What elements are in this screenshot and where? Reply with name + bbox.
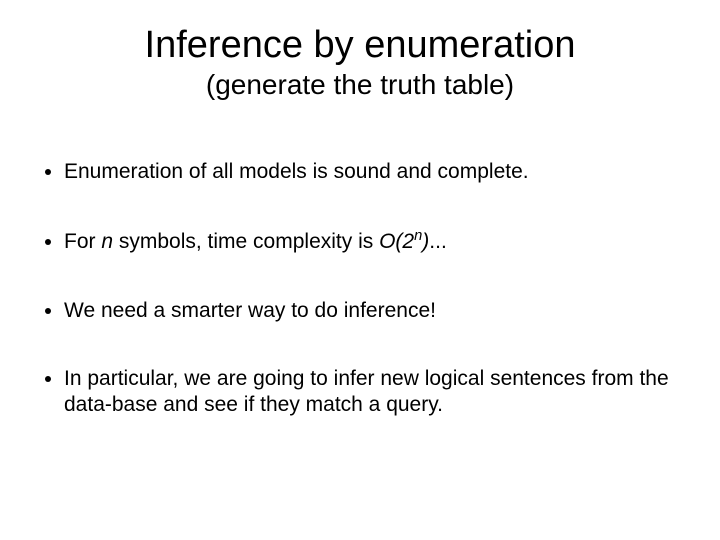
- slide-title: Inference by enumeration: [36, 24, 684, 67]
- variable-n: n: [101, 230, 113, 253]
- slide: Inference by enumeration (generate the t…: [0, 0, 720, 540]
- bullet-list: Enumeration of all models is sound and c…: [36, 159, 684, 418]
- list-item: In particular, we are going to infer new…: [64, 366, 684, 419]
- complexity-o2: O(2: [379, 230, 414, 253]
- list-item: We need a smarter way to do inference!: [64, 298, 684, 324]
- text: ...: [429, 230, 447, 253]
- list-item: Enumeration of all models is sound and c…: [64, 159, 684, 185]
- text: symbols, time complexity is: [113, 230, 379, 253]
- slide-subtitle: (generate the truth table): [36, 69, 684, 101]
- text: For: [64, 230, 101, 253]
- list-item: For n symbols, time complexity is O(2n).…: [64, 227, 684, 255]
